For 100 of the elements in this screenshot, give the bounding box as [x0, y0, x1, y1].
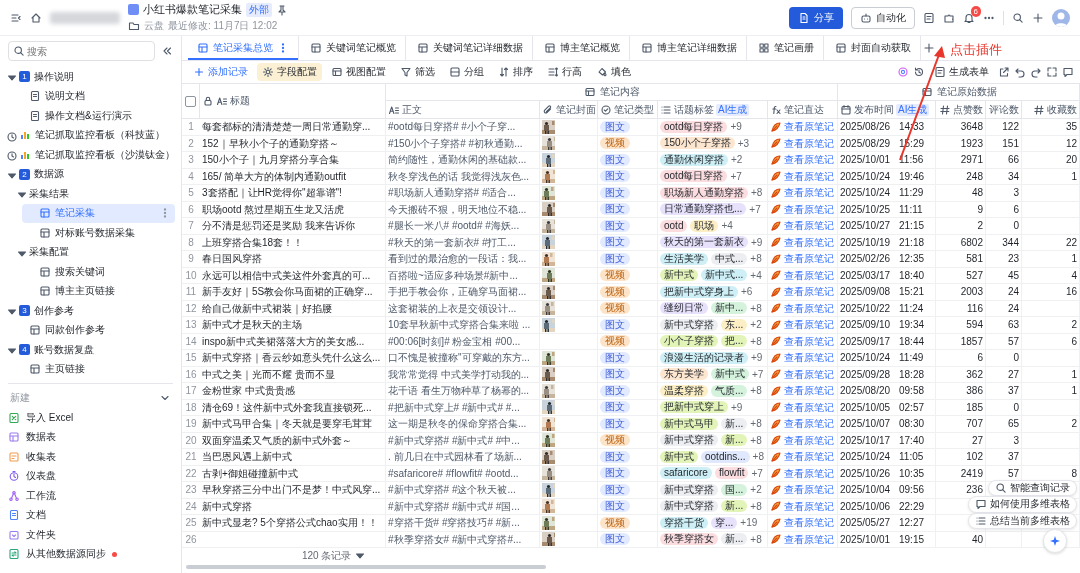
history-icon[interactable]: [913, 66, 925, 78]
note-link[interactable]: 查看原笔记: [770, 267, 834, 283]
tab[interactable]: 笔记画册: [749, 36, 824, 60]
plus-icon[interactable]: [1032, 11, 1044, 24]
tab[interactable]: 封面自动获取: [826, 36, 921, 60]
note-link[interactable]: 查看原笔记: [770, 284, 834, 300]
toolbar-button[interactable]: 添加记录: [188, 63, 253, 81]
note-link[interactable]: 查看原笔记: [770, 234, 834, 250]
assistant-option[interactable]: 如何使用多维表格: [968, 496, 1077, 513]
leaf-icon: [770, 219, 782, 232]
sidebar-item[interactable]: 1 操作说明: [2, 67, 175, 87]
home-icon[interactable]: [30, 11, 42, 24]
table-cell: 新中式穿搭｜香云纱如意头凭什么这么...: [200, 350, 386, 366]
undo-icon[interactable]: [1014, 66, 1026, 78]
toolbar-button[interactable]: 分组: [444, 63, 489, 81]
table-cell: #00:06[时刻]# 粉金宝相 #00...: [386, 333, 540, 349]
add-tab-icon[interactable]: [923, 42, 935, 54]
form-icon[interactable]: [923, 11, 935, 24]
assistant-button[interactable]: [1043, 529, 1067, 553]
date-text: 2025/10/26: [840, 466, 892, 481]
sidebar-item[interactable]: 采集配置: [12, 242, 175, 262]
comment-icon[interactable]: [1062, 66, 1074, 78]
sidebar-item[interactable]: 搜索关键词: [22, 262, 175, 282]
expand-icon[interactable]: [1046, 66, 1058, 78]
note-link[interactable]: 查看原笔记: [770, 135, 834, 151]
collapse-icon[interactable]: [161, 45, 173, 57]
table-cell: #把新中式穿上# #新中式# #...: [386, 399, 540, 415]
toolbar-button[interactable]: 筛选: [395, 63, 440, 81]
sidebar-item[interactable]: 说明文档: [12, 86, 175, 106]
note-link[interactable]: 查看原笔记: [770, 218, 834, 234]
type-badge: 视频: [600, 285, 630, 298]
toolbar-button[interactable]: 行高: [542, 63, 587, 81]
new-item[interactable]: 工作流: [0, 486, 181, 506]
note-link[interactable]: 查看原笔记: [770, 531, 834, 547]
leaf-icon: [770, 318, 782, 331]
new-item[interactable]: 文档: [0, 505, 181, 525]
note-link[interactable]: 查看原笔记: [770, 482, 834, 498]
tab[interactable]: 笔记采集总览: [188, 36, 299, 60]
sidebar-item[interactable]: 2 数据源: [2, 164, 175, 184]
toolbar-button[interactable]: 填色: [591, 63, 636, 81]
note-link[interactable]: 查看原笔记: [770, 185, 834, 201]
note-link[interactable]: 查看原笔记: [770, 168, 834, 184]
notification-icon[interactable]: [963, 11, 975, 24]
new-item[interactable]: 导入 Excel: [0, 408, 181, 428]
tab[interactable]: 博主笔记概览: [535, 36, 630, 60]
note-link[interactable]: 查看原笔记: [770, 465, 834, 481]
new-item[interactable]: 收集表: [0, 447, 181, 467]
note-link[interactable]: 查看原笔记: [770, 350, 834, 366]
redo-icon[interactable]: [1030, 66, 1042, 78]
note-link[interactable]: 查看原笔记: [770, 300, 834, 316]
note-link[interactable]: 查看原笔记: [770, 383, 834, 399]
sidebar-item[interactable]: 笔记采集: [22, 203, 175, 223]
new-item[interactable]: 文件夹: [0, 525, 181, 545]
toolbar-button[interactable]: 排序: [493, 63, 538, 81]
export-icon[interactable]: [998, 66, 1010, 78]
note-link[interactable]: 查看原笔记: [770, 152, 834, 168]
share-button[interactable]: 分享: [789, 6, 843, 29]
assistant-option[interactable]: 智能查询记录: [988, 479, 1077, 496]
note-link[interactable]: 查看原笔记: [770, 201, 834, 217]
tab[interactable]: 关键词笔记概览: [301, 36, 406, 60]
tab[interactable]: 博主笔记详细数据: [632, 36, 747, 60]
sidebar-item[interactable]: 笔记抓取监控看板（沙漠钛金）: [2, 145, 175, 165]
note-link[interactable]: 查看原笔记: [770, 449, 834, 465]
pin-icon[interactable]: [276, 3, 288, 16]
toolbar-button[interactable]: 字段配置: [257, 63, 322, 81]
sidebar-item[interactable]: 对标账号数据采集: [22, 223, 175, 243]
search-icon[interactable]: [1012, 11, 1024, 24]
item-label: 主页链接: [45, 362, 85, 377]
note-link[interactable]: 查看原笔记: [770, 498, 834, 514]
scrollbar[interactable]: [186, 565, 546, 569]
ai-icon[interactable]: [897, 66, 909, 78]
sidebar-item[interactable]: 操作文档&运行演示: [12, 106, 175, 126]
toolbar-button[interactable]: 视图配置: [326, 63, 391, 81]
note-link[interactable]: 查看原笔记: [770, 366, 834, 382]
search-field[interactable]: 搜索: [8, 41, 155, 61]
note-link[interactable]: 查看原笔记: [770, 317, 834, 333]
sidebar-item[interactable]: 采集结果: [12, 184, 175, 204]
generate-form-button[interactable]: 生成表单: [929, 63, 994, 81]
note-link[interactable]: 查看原笔记: [770, 251, 834, 267]
sidebar-item[interactable]: 笔记抓取监控看板（科技蓝）: [2, 125, 175, 145]
checkbox[interactable]: [185, 95, 196, 107]
sidebar-item[interactable]: 4 账号数据复盘: [2, 340, 175, 360]
sidebar-item[interactable]: 博主主页链接: [22, 281, 175, 301]
note-link[interactable]: 查看原笔记: [770, 399, 834, 415]
new-item[interactable]: 仪表盘: [0, 466, 181, 486]
automation-button[interactable]: 自动化: [851, 6, 915, 29]
note-link[interactable]: 查看原笔记: [770, 333, 834, 349]
sidebar-item[interactable]: 3 创作参考: [2, 301, 175, 321]
tab[interactable]: 关键词笔记详细数据: [408, 36, 533, 60]
sidebar-item[interactable]: 主页链接: [12, 359, 175, 379]
leaf-icon: [770, 467, 782, 480]
sidebar-toggle-icon[interactable]: [10, 11, 22, 24]
new-item[interactable]: 从其他数据源同步: [0, 544, 181, 564]
type-badge: 图文: [600, 252, 630, 265]
note-link[interactable]: 查看原笔记: [770, 119, 834, 135]
sidebar-item[interactable]: 同款创作参考: [12, 320, 175, 340]
new-item[interactable]: 数据表: [0, 427, 181, 447]
note-link[interactable]: 查看原笔记: [770, 416, 834, 432]
note-link[interactable]: 查看原笔记: [770, 515, 834, 531]
note-link[interactable]: 查看原笔记: [770, 432, 834, 448]
